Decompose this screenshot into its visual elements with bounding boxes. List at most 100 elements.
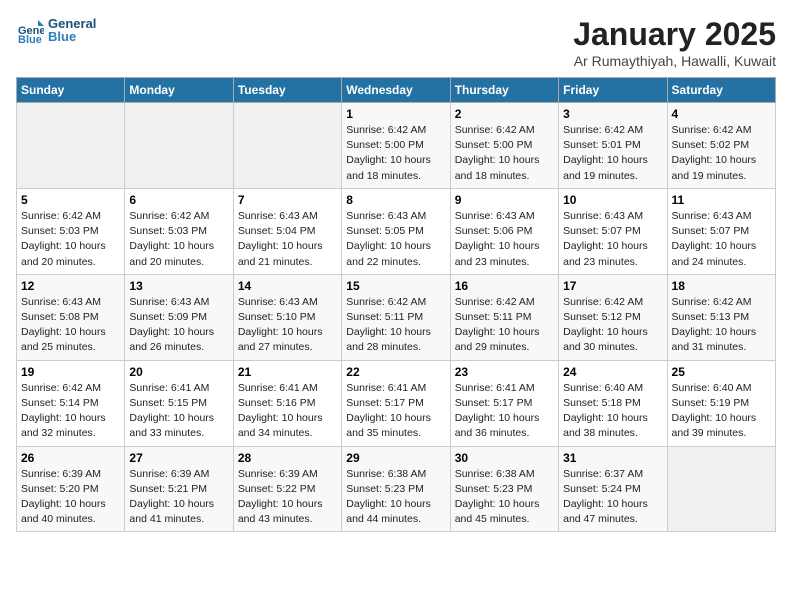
calendar-day: 17 Sunrise: 6:42 AMSunset: 5:12 PMDayligh… [559,274,667,360]
calendar-day: 6Sunrise: 6:42 AMSunset: 5:03 PMDaylight… [125,188,233,274]
header-cell: Friday [559,78,667,103]
day-info: Sunrise: 6:43 AMSunset: 5:06 PMDaylight:… [455,209,554,270]
day-number: 11 [672,193,771,207]
calendar-day: 25Sunrise: 6:40 AMSunset: 5:19 PMDayligh… [667,360,775,446]
day-number: 27 [129,451,228,465]
day-info: Sunrise: 6:42 AMSunset: 5:02 PMDaylight:… [672,123,771,184]
day-number: 15 [346,279,445,293]
day-number: 4 [672,107,771,121]
month-title: January 2025 [573,16,776,53]
day-number: 29 [346,451,445,465]
day-info: Sunrise: 6:43 AMSunset: 5:04 PMDaylight:… [238,209,337,270]
day-number: 2 [455,107,554,121]
day-info: Sunrise: 6:43 AMSunset: 5:07 PMDaylight:… [563,209,662,270]
day-number: 26 [21,451,120,465]
calendar-table: SundayMondayTuesdayWednesdayThursdayFrid… [16,77,776,532]
calendar-day [125,103,233,189]
calendar-header: SundayMondayTuesdayWednesdayThursdayFrid… [17,78,776,103]
day-info: Sunrise: 6:41 AMSunset: 5:15 PMDaylight:… [129,381,228,442]
day-info: Sunrise: 6:42 AMSunset: 5:03 PMDaylight:… [21,209,120,270]
day-info: Sunrise: 6:43 AMSunset: 5:09 PMDaylight:… [129,295,228,356]
day-info: Sunrise: 6:43 AMSunset: 5:10 PMDaylight:… [238,295,337,356]
day-number: 19 [21,365,120,379]
day-info: Sunrise: 6:38 AMSunset: 5:23 PMDaylight:… [455,467,554,528]
calendar-day: 11 Sunrise: 6:43 AMSunset: 5:07 PMDayligh… [667,188,775,274]
day-info: Sunrise: 6:41 AMSunset: 5:17 PMDaylight:… [455,381,554,442]
day-info: Sunrise: 6:43 AMSunset: 5:08 PMDaylight:… [21,295,120,356]
day-number: 13 [129,279,228,293]
day-info: Sunrise: 6:42 AMSunset: 5:13 PMDaylight:… [672,295,771,356]
title-block: January 2025 Ar Rumaythiyah, Hawalli, Ku… [573,16,776,69]
day-info: Sunrise: 6:39 AMSunset: 5:22 PMDaylight:… [238,467,337,528]
day-number: 9 [455,193,554,207]
day-number: 12 [21,279,120,293]
day-info: Sunrise: 6:37 AMSunset: 5:24 PMDaylight:… [563,467,662,528]
logo-line2: Blue [48,29,96,44]
day-info: Sunrise: 6:42 AMSunset: 5:14 PMDaylight:… [21,381,120,442]
calendar-day: 7Sunrise: 6:43 AMSunset: 5:04 PMDaylight… [233,188,341,274]
day-number: 24 [563,365,662,379]
calendar-day: 5Sunrise: 6:42 AMSunset: 5:03 PMDaylight… [17,188,125,274]
calendar-day: 14Sunrise: 6:43 AMSunset: 5:10 PMDayligh… [233,274,341,360]
day-info: Sunrise: 6:42 AMSunset: 5:00 PMDaylight:… [346,123,445,184]
day-info: Sunrise: 6:41 AMSunset: 5:17 PMDaylight:… [346,381,445,442]
calendar-day: 24 Sunrise: 6:40 AMSunset: 5:18 PMDayligh… [559,360,667,446]
calendar-day: 2Sunrise: 6:42 AMSunset: 5:00 PMDaylight… [450,103,558,189]
calendar-day: 29Sunrise: 6:38 AMSunset: 5:23 PMDayligh… [342,446,450,532]
day-number: 16 [455,279,554,293]
day-info: Sunrise: 6:40 AMSunset: 5:18 PMDaylight:… [563,381,662,442]
day-info: Sunrise: 6:39 AMSunset: 5:21 PMDaylight:… [129,467,228,528]
calendar-day: 22 Sunrise: 6:41 AMSunset: 5:17 PMDayligh… [342,360,450,446]
calendar-day: 28 Sunrise: 6:39 AMSunset: 5:22 PMDayligh… [233,446,341,532]
header-cell: Tuesday [233,78,341,103]
calendar-day: 31 Sunrise: 6:37 AMSunset: 5:24 PMDayligh… [559,446,667,532]
header-cell: Thursday [450,78,558,103]
day-info: Sunrise: 6:39 AMSunset: 5:20 PMDaylight:… [21,467,120,528]
day-number: 20 [129,365,228,379]
day-number: 21 [238,365,337,379]
header-row: SundayMondayTuesdayWednesdayThursdayFrid… [17,78,776,103]
day-number: 3 [563,107,662,121]
location-title: Ar Rumaythiyah, Hawalli, Kuwait [573,53,776,69]
calendar-day: 13 Sunrise: 6:43 AMSunset: 5:09 PMDayligh… [125,274,233,360]
day-number: 10 [563,193,662,207]
day-number: 22 [346,365,445,379]
day-info: Sunrise: 6:42 AMSunset: 5:11 PMDaylight:… [455,295,554,356]
calendar-day: 21 Sunrise: 6:41 AMSunset: 5:16 PMDayligh… [233,360,341,446]
calendar-day: 12 Sunrise: 6:43 AMSunset: 5:08 PMDayligh… [17,274,125,360]
header-cell: Monday [125,78,233,103]
calendar-week: 12 Sunrise: 6:43 AMSunset: 5:08 PMDayligh… [17,274,776,360]
calendar-day: 3Sunrise: 6:42 AMSunset: 5:01 PMDaylight… [559,103,667,189]
day-info: Sunrise: 6:40 AMSunset: 5:19 PMDaylight:… [672,381,771,442]
day-info: Sunrise: 6:43 AMSunset: 5:07 PMDaylight:… [672,209,771,270]
calendar-day: 16 Sunrise: 6:42 AMSunset: 5:11 PMDayligh… [450,274,558,360]
calendar-day: 30 Sunrise: 6:38 AMSunset: 5:23 PMDayligh… [450,446,558,532]
day-number: 17 [563,279,662,293]
day-info: Sunrise: 6:41 AMSunset: 5:16 PMDaylight:… [238,381,337,442]
calendar-week: 1Sunrise: 6:42 AMSunset: 5:00 PMDaylight… [17,103,776,189]
header-cell: Sunday [17,78,125,103]
calendar-week: 5Sunrise: 6:42 AMSunset: 5:03 PMDaylight… [17,188,776,274]
day-number: 18 [672,279,771,293]
calendar-day: 20 Sunrise: 6:41 AMSunset: 5:15 PMDayligh… [125,360,233,446]
calendar-day: 19 Sunrise: 6:42 AMSunset: 5:14 PMDayligh… [17,360,125,446]
svg-text:Blue: Blue [18,34,42,44]
day-number: 30 [455,451,554,465]
day-info: Sunrise: 6:43 AMSunset: 5:05 PMDaylight:… [346,209,445,270]
calendar-day: 4 Sunrise: 6:42 AMSunset: 5:02 PMDaylight… [667,103,775,189]
day-info: Sunrise: 6:42 AMSunset: 5:12 PMDaylight:… [563,295,662,356]
header-cell: Saturday [667,78,775,103]
day-number: 28 [238,451,337,465]
calendar-day: 23 Sunrise: 6:41 AMSunset: 5:17 PMDayligh… [450,360,558,446]
calendar-day: 18 Sunrise: 6:42 AMSunset: 5:13 PMDayligh… [667,274,775,360]
day-number: 23 [455,365,554,379]
calendar-body: 1Sunrise: 6:42 AMSunset: 5:00 PMDaylight… [17,103,776,532]
day-number: 31 [563,451,662,465]
logo-icon: General Blue [16,16,44,44]
calendar-day: 26 Sunrise: 6:39 AMSunset: 5:20 PMDayligh… [17,446,125,532]
calendar-day: 1Sunrise: 6:42 AMSunset: 5:00 PMDaylight… [342,103,450,189]
calendar-week: 19 Sunrise: 6:42 AMSunset: 5:14 PMDayligh… [17,360,776,446]
calendar-day: 9 Sunrise: 6:43 AMSunset: 5:06 PMDaylight… [450,188,558,274]
day-info: Sunrise: 6:42 AMSunset: 5:11 PMDaylight:… [346,295,445,356]
calendar-day [17,103,125,189]
